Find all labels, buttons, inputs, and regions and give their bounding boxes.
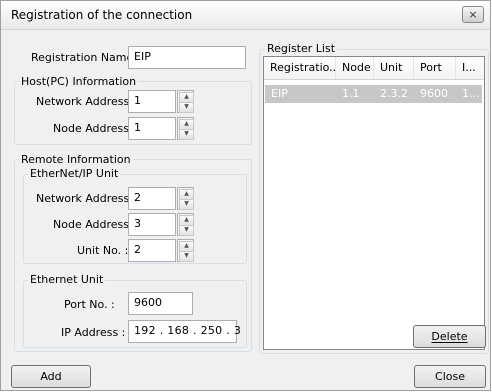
cell-port: 9600 bbox=[420, 87, 448, 100]
table-row[interactable]: EIP 1.1 2.3.2 9600 1... bbox=[265, 85, 482, 103]
remote-node-address-input[interactable]: 3 bbox=[128, 213, 176, 236]
spin-down-icon[interactable]: ▼ bbox=[179, 129, 194, 140]
column-header-port[interactable]: Port bbox=[414, 57, 456, 79]
remote-node-address-label: Node Address : bbox=[53, 218, 137, 231]
cell-ip: 1... bbox=[462, 87, 480, 100]
host-node-address-label: Node Address : bbox=[53, 122, 137, 135]
ethernet-ip-unit-title: EtherNet/IP Unit bbox=[28, 167, 121, 180]
add-button[interactable]: Add bbox=[11, 365, 91, 388]
title-bar: Registration of the connection × bbox=[1, 1, 490, 30]
column-header-unit[interactable]: Unit bbox=[374, 57, 414, 79]
dialog-window: Registration of the connection × Registr… bbox=[0, 0, 491, 391]
remote-network-address-input[interactable]: 2 bbox=[128, 187, 176, 210]
unit-number-spinner[interactable]: ▲ ▼ bbox=[177, 239, 194, 262]
unit-number-label: Unit No. : bbox=[77, 244, 129, 257]
column-header-node[interactable]: Node bbox=[336, 57, 374, 79]
cell-node: 1.1 bbox=[342, 87, 360, 100]
host-node-address-spinner[interactable]: ▲ ▼ bbox=[177, 117, 194, 140]
ip-address-label: IP Address : bbox=[61, 326, 126, 339]
port-number-label: Port No. : bbox=[64, 298, 115, 311]
host-node-address-input[interactable]: 1 bbox=[128, 117, 176, 140]
remote-network-address-spinner[interactable]: ▲ ▼ bbox=[177, 187, 194, 210]
cell-registration: EIP bbox=[271, 87, 288, 100]
host-network-address-label: Network Address : bbox=[36, 95, 137, 108]
ethernet-unit-title: Ethernet Unit bbox=[28, 273, 106, 286]
register-list-title: Register List bbox=[265, 42, 338, 55]
register-list-header: Registratio... Node Unit Port I... bbox=[264, 57, 484, 80]
register-list-view[interactable]: Registratio... Node Unit Port I... EIP 1… bbox=[263, 56, 485, 350]
close-icon: × bbox=[468, 8, 478, 21]
add-button-label: Add bbox=[40, 370, 62, 383]
ip-address-input[interactable]: 192 . 168 . 250 . 3 bbox=[128, 320, 241, 343]
column-header-registration[interactable]: Registratio... bbox=[264, 57, 336, 79]
host-information-title: Host(PC) Information bbox=[19, 75, 139, 88]
window-title: Registration of the connection bbox=[11, 8, 193, 22]
remote-node-address-spinner[interactable]: ▲ ▼ bbox=[177, 213, 194, 236]
spin-down-icon[interactable]: ▼ bbox=[179, 199, 194, 210]
port-number-input[interactable]: 9600 bbox=[128, 292, 193, 315]
host-network-address-input[interactable]: 1 bbox=[128, 90, 176, 113]
close-window-button[interactable]: × bbox=[462, 6, 484, 23]
delete-button-label: Delete bbox=[431, 330, 468, 343]
spin-down-icon[interactable]: ▼ bbox=[179, 102, 194, 113]
delete-button[interactable]: Delete bbox=[413, 325, 486, 348]
column-header-ip[interactable]: I... bbox=[456, 57, 484, 79]
remote-information-title: Remote Information bbox=[19, 153, 133, 166]
registration-name-label: Registration Name : bbox=[31, 51, 141, 64]
unit-number-input[interactable]: 2 bbox=[128, 239, 176, 262]
host-network-address-spinner[interactable]: ▲ ▼ bbox=[177, 90, 194, 113]
registration-name-input[interactable]: EIP bbox=[128, 46, 246, 69]
remote-network-address-label: Network Address : bbox=[36, 192, 137, 205]
spin-down-icon[interactable]: ▼ bbox=[179, 225, 194, 236]
close-button[interactable]: Close bbox=[414, 365, 486, 388]
spin-down-icon[interactable]: ▼ bbox=[179, 251, 194, 262]
close-button-label: Close bbox=[435, 370, 465, 383]
cell-unit: 2.3.2 bbox=[380, 87, 408, 100]
